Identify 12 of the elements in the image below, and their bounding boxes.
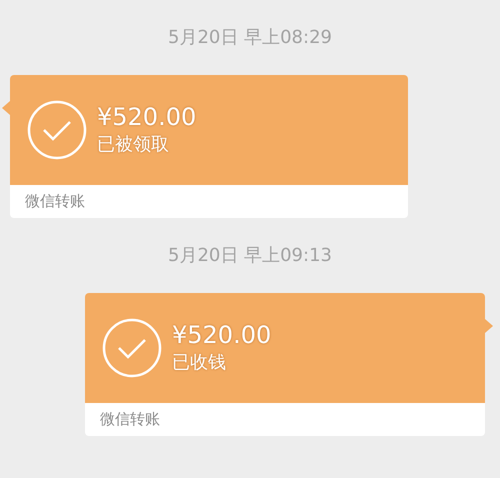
transfer-amount: ¥520.00: [172, 320, 272, 350]
transfer-label: 微信转账: [99, 409, 161, 430]
message-timestamp: 5月20日 早上08:29: [168, 26, 332, 50]
transfer-status: 已被领取: [97, 133, 170, 157]
transfer-card[interactable]: ¥520.00 已收钱 微信转账: [85, 293, 485, 436]
transfer-label: 微信转账: [24, 191, 86, 212]
transfer-amount: ¥520.00: [97, 102, 196, 132]
message-timestamp: 5月20日 早上09:13: [168, 244, 332, 268]
transfer-status: 已收钱: [172, 351, 227, 375]
transfer-card[interactable]: ¥520.00 已被领取 微信转账: [10, 75, 408, 218]
checkmark-circle-icon: [102, 318, 162, 378]
checkmark-circle-icon: [27, 100, 87, 160]
